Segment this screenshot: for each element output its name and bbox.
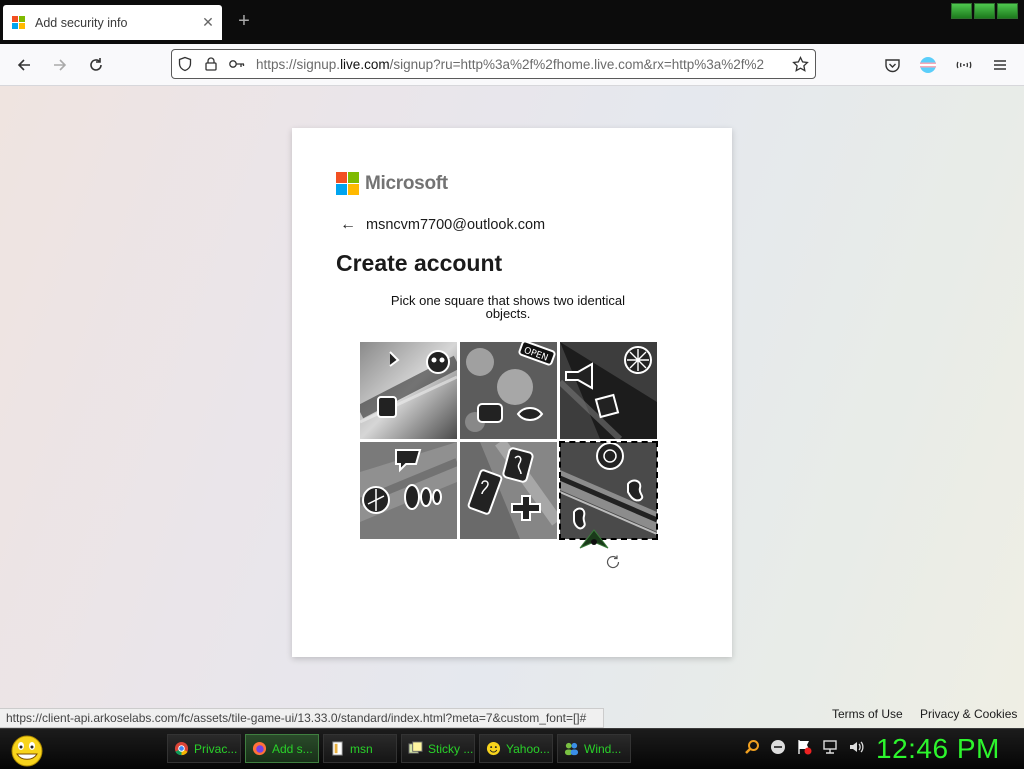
chat-status-icon[interactable] (770, 739, 786, 755)
captcha-tile-2[interactable]: OPEN (460, 342, 557, 439)
chrome-icon (174, 741, 189, 756)
captcha-tile-6[interactable] (559, 441, 658, 540)
reload-icon (90, 58, 102, 71)
firefox-icon (252, 741, 267, 756)
taskbar-item-windows-messenger[interactable]: Wind... (557, 734, 631, 763)
window-controls[interactable] (951, 3, 1018, 19)
taskbar-item-firefox[interactable]: Add s... (245, 734, 319, 763)
forward-button[interactable] (47, 52, 73, 78)
taskbar-item-label: Yahoo... (506, 741, 550, 756)
url-domain: live.com (340, 56, 390, 72)
page-background: Microsoft ← msncvm7700@outlook.com Creat… (0, 86, 1024, 728)
browser-status-bar: https://client-api.arkoselabs.com/fc/ass… (0, 708, 604, 728)
microsoft-logo-icon (336, 172, 359, 195)
messenger-buddies-icon (564, 742, 579, 756)
back-icon (17, 59, 30, 71)
browser-tab[interactable]: Add security info ✕ (3, 5, 222, 40)
search-icon[interactable] (744, 739, 760, 755)
taskbar-item-label: Privac... (194, 741, 238, 756)
avatar-icon[interactable] (915, 52, 941, 78)
lock-icon[interactable] (198, 50, 224, 78)
captcha-tile-5[interactable] (460, 442, 557, 539)
network-icon[interactable] (822, 739, 838, 755)
taskbar-item-msn[interactable]: msn (323, 734, 397, 763)
volume-icon[interactable] (848, 739, 864, 755)
microsoft-logo: Microsoft (336, 172, 448, 195)
tab-close-icon[interactable]: ✕ (198, 14, 218, 31)
captcha-tile-3[interactable] (560, 342, 657, 439)
captcha-reload-icon[interactable] (604, 553, 622, 571)
url-prefix: https://signup. (256, 56, 341, 72)
key-icon[interactable] (224, 50, 250, 78)
identity-banner: ← msncvm7700@outlook.com (340, 216, 545, 234)
menu-icon[interactable] (987, 52, 1013, 78)
navigation-toolbar: https://signup.live.com/signup?ru=http%3… (0, 44, 1024, 86)
url-path: /signup?ru=http%3a%2f%2fhome.live.com&rx… (389, 56, 765, 72)
brand-name: Microsoft (365, 172, 448, 194)
url-text[interactable]: https://signup.live.com/signup?ru=http%3… (250, 57, 785, 72)
captcha-tile-1[interactable] (360, 342, 457, 439)
back-arrow-icon[interactable]: ← (340, 216, 356, 234)
taskbar-item-label: Add s... (272, 741, 313, 756)
shield-icon[interactable] (172, 50, 198, 78)
page-title: Create account (336, 250, 503, 276)
signup-card: Microsoft ← msncvm7700@outlook.com Creat… (292, 128, 732, 657)
back-button[interactable] (11, 52, 37, 78)
captcha-instruction: Pick one square that shows two identical… (390, 293, 626, 321)
taskbar-item-sticky[interactable]: Sticky ... (401, 734, 475, 763)
microsoft-favicon-icon (12, 15, 26, 30)
reload-button[interactable] (83, 52, 109, 78)
yahoo-messenger-icon (486, 741, 501, 756)
captcha-tile-grid: OPEN (360, 342, 658, 540)
maximize-button[interactable] (974, 3, 995, 19)
taskbar-item-label: msn (350, 741, 373, 756)
sticky-notes-icon (408, 741, 423, 754)
address-bar[interactable]: https://signup.live.com/signup?ru=http%3… (171, 49, 816, 79)
taskbar-item-label: Sticky ... (428, 741, 474, 756)
new-tab-button[interactable]: + (232, 10, 256, 33)
action-center-flag-icon[interactable] (796, 739, 812, 755)
system-tray (744, 739, 864, 755)
taskbar: Privac... Add s... msn Sticky ... Yahoo.… (0, 728, 1024, 769)
document-icon (332, 741, 343, 756)
forward-icon (54, 59, 67, 71)
start-button-smiley-icon[interactable] (8, 733, 46, 767)
star-icon[interactable] (785, 50, 815, 78)
captcha-tile-4[interactable] (360, 442, 457, 539)
close-window-button[interactable] (997, 3, 1018, 19)
extensions-icon[interactable] (951, 52, 977, 78)
tab-title: Add security info (35, 15, 128, 30)
taskbar-clock[interactable]: 12:46 PM (876, 733, 1000, 765)
privacy-cookies-link[interactable]: Privacy & Cookies (920, 707, 1017, 721)
account-email: msncvm7700@outlook.com (366, 217, 546, 233)
taskbar-item-label: Wind... (584, 741, 622, 756)
terms-of-use-link[interactable]: Terms of Use (832, 707, 903, 721)
taskbar-item-yahoo[interactable]: Yahoo... (479, 734, 553, 763)
taskbar-item-chrome[interactable]: Privac... (167, 734, 241, 763)
browser-tab-strip: Add security info ✕ + (0, 0, 1024, 44)
minimize-button[interactable] (951, 3, 972, 19)
mouse-cursor-icon (579, 529, 609, 549)
pocket-icon[interactable] (879, 52, 905, 78)
